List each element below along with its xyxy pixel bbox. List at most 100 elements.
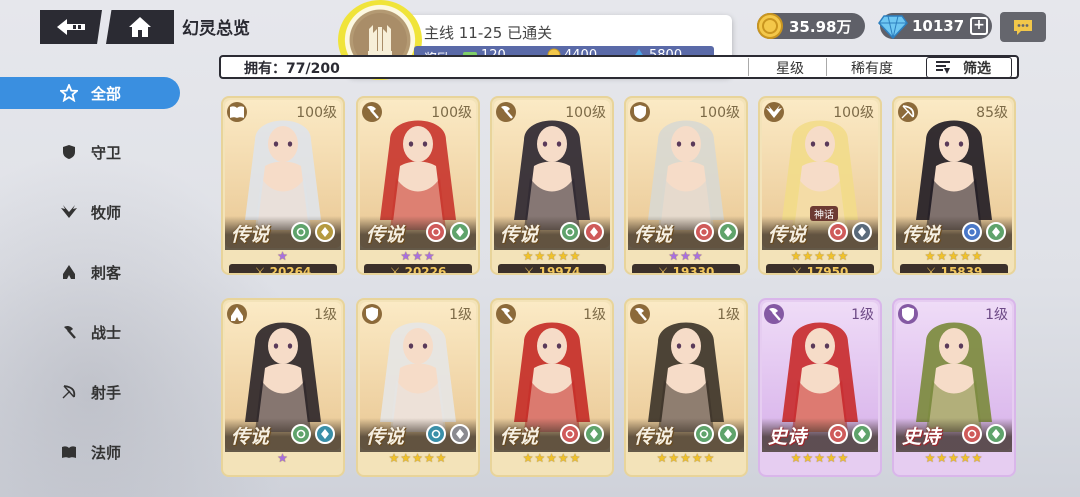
hero-card[interactable]: 100级 传说 ★★★ ⚔ 20226	[356, 96, 480, 275]
gold-counter[interactable]: 35.98万	[757, 13, 865, 39]
star-icon: ★	[790, 451, 803, 465]
hero-level: 100级	[431, 105, 472, 121]
element-icon	[584, 222, 604, 242]
hero-card[interactable]: 100级 传说 ★ ⚔ 20264	[221, 96, 345, 275]
sidebar-item-4[interactable]: 战士	[0, 315, 180, 349]
shield-icon	[362, 304, 382, 324]
hero-card[interactable]: 100级 传说 ★★★ ⚔ 19330	[624, 96, 748, 275]
axe-icon	[362, 102, 382, 122]
element-icon	[852, 424, 872, 444]
element-icon	[291, 222, 311, 242]
star-icon: ★	[680, 249, 692, 263]
star-icon: ★	[691, 249, 704, 263]
combat-power-value: 20264	[269, 265, 312, 275]
hero-level: 100级	[833, 105, 874, 121]
crossed-swords-icon: ⚔	[254, 265, 270, 275]
star-icon: ★	[546, 249, 558, 263]
hero-level: 100级	[296, 105, 337, 121]
sidebar-item-0[interactable]: 全部	[0, 77, 180, 109]
sidebar-item-5[interactable]: 射手	[0, 375, 180, 409]
crossed-swords-icon: ⚔	[791, 265, 807, 275]
star-icon: ★	[814, 249, 826, 263]
combat-power-value: 17950	[806, 265, 849, 275]
star-icon: ★	[277, 451, 289, 465]
element-icon	[560, 222, 580, 242]
rarity-label: 传说	[366, 426, 405, 448]
hero-card[interactable]: 85级 传说 ★★★★★ ⚔ 15839	[892, 96, 1016, 275]
hero-level: 1级	[851, 307, 874, 323]
star-icon: ★	[412, 249, 424, 263]
element-icon	[828, 222, 848, 242]
hero-card[interactable]: 1级 传说 ★	[221, 298, 345, 477]
gem-counter[interactable]: 10137 +	[878, 13, 992, 40]
shield-icon	[630, 102, 650, 122]
hero-level: 100级	[699, 105, 740, 121]
crossed-swords-icon: ⚔	[523, 265, 539, 275]
star-icon: ★	[837, 249, 850, 263]
chat-bubble-icon	[1014, 20, 1032, 35]
add-gems-button[interactable]: +	[970, 17, 988, 35]
bow-icon	[60, 383, 78, 401]
star-rating: ★★★★★	[492, 249, 612, 265]
star-icon: ★	[423, 249, 436, 263]
hero-card[interactable]: 1级 史诗 ★★★★★	[892, 298, 1016, 477]
page-title: 幻灵总览	[182, 19, 250, 39]
owned-count: 拥有：77/200	[244, 61, 340, 77]
book-icon	[60, 443, 78, 461]
star-rating: ★★★	[626, 249, 746, 265]
hero-level: 1级	[449, 307, 472, 323]
rarity-label: 传说	[231, 426, 270, 448]
sidebar-item-2[interactable]: 牧师	[0, 195, 180, 229]
chat-button[interactable]	[1000, 12, 1046, 42]
star-icon: ★	[277, 249, 289, 263]
back-arrow-icon	[57, 19, 85, 35]
hood-icon	[227, 304, 247, 324]
filter-button[interactable]: 筛选	[926, 57, 1012, 78]
gold-coin-icon	[755, 11, 785, 41]
hero-card[interactable]: 100级 传说 ★★★★★ ⚔ 19974	[490, 96, 614, 275]
hero-level: 100级	[565, 105, 606, 121]
rarity-label: 传说	[902, 224, 941, 246]
sort-by-rarity-button[interactable]: 稀有度	[851, 58, 893, 78]
hero-card[interactable]: 1级 传说 ★★★★★	[624, 298, 748, 477]
hero-level: 1级	[314, 307, 337, 323]
crossed-swords-icon: ⚔	[657, 265, 673, 275]
element-icon	[560, 424, 580, 444]
hero-card[interactable]: 1级 史诗 ★★★★★	[758, 298, 882, 477]
sidebar-item-3[interactable]: 刺客	[0, 255, 180, 289]
element-icon	[962, 424, 982, 444]
star-icon: ★	[557, 249, 570, 263]
element-icon	[852, 222, 872, 242]
sidebar-item-6[interactable]: 法师	[0, 435, 180, 469]
element-icon	[426, 424, 446, 444]
hero-card[interactable]: 1级 传说 ★★★★★	[356, 298, 480, 477]
back-button[interactable]	[40, 10, 102, 44]
star-rating: ★	[223, 249, 343, 265]
star-icon: ★	[423, 451, 436, 465]
sidebar-item-1[interactable]: 守卫	[0, 135, 180, 169]
wings-icon	[60, 203, 78, 221]
hero-card[interactable]: 1级 传说 ★★★★★	[490, 298, 614, 477]
element-icon	[694, 222, 714, 242]
element-icon	[426, 222, 446, 242]
rarity-label: 传说	[500, 426, 539, 448]
sidebar-item-label: 战士	[91, 323, 122, 342]
star-rating: ★★★	[358, 249, 478, 265]
home-button[interactable]	[106, 10, 174, 44]
star-icon: ★	[802, 451, 815, 465]
axe-icon	[630, 304, 650, 324]
star-icon: ★	[936, 249, 949, 263]
filter-label: 筛选	[963, 60, 991, 77]
element-icon	[450, 424, 470, 444]
rarity-label: 传说	[231, 224, 270, 246]
star-icon: ★	[557, 451, 570, 465]
combat-power-value: 19330	[672, 265, 715, 275]
axe-icon	[496, 102, 516, 122]
hero-card[interactable]: 100级 神话 传说 ★★★★★ ⚔ 17950	[758, 96, 882, 275]
sidebar-item-label: 守卫	[91, 143, 122, 162]
star-icon: ★	[400, 249, 413, 263]
rarity-label: 传说	[768, 224, 807, 246]
star-rating: ★★★★★	[894, 451, 1014, 467]
sort-by-stars-button[interactable]: 星级	[776, 58, 804, 78]
gold-amount: 35.98万	[789, 17, 852, 36]
